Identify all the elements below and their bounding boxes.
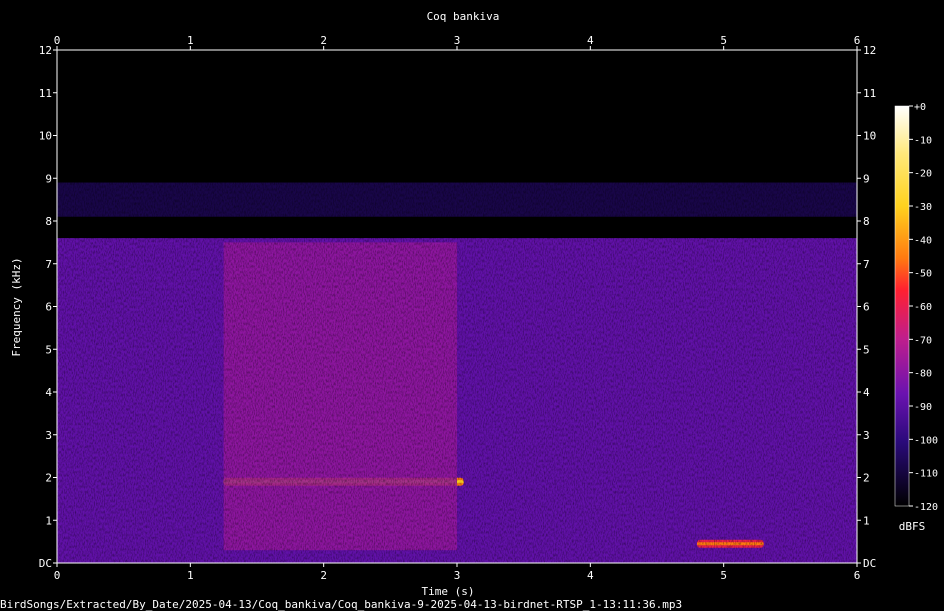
y-tick-label-left: 12 [39, 44, 52, 57]
noise-texture [57, 50, 857, 563]
colorbar: +0 -10 -20 -30 -40 -50 -60 -70 -80 -90 -100 -110 -12… [894, 102, 938, 533]
y-tick-label-right: 8 [863, 215, 870, 228]
colorbar-tick-label: -20 [914, 169, 932, 180]
colorbar-tick-label: -70 [914, 335, 932, 346]
colorbar-tick-label: -80 [914, 369, 932, 380]
spectrogram-figure: Coq bankiva 0123456 0123456 DC1234567891… [0, 10, 938, 611]
x-tick-label-top: 3 [454, 34, 461, 47]
colorbar-label: dBFS [899, 520, 926, 533]
colorbar-tick-label: -90 [914, 402, 932, 413]
y-tick-label-left: 2 [45, 472, 52, 485]
colorbar-ticks: +0 -10 -20 -30 -40 -50 -60 -70 -80 -90 -100 -110 -12… [909, 102, 938, 513]
colorbar-tick-label: +0 [914, 102, 926, 113]
y-tick-label-right: 10 [863, 130, 876, 143]
y-tick-label-left: 7 [45, 258, 52, 271]
x-tick-label-top: 2 [320, 34, 327, 47]
colorbar-tick-label: -40 [914, 235, 932, 246]
colorbar-tick-label: -60 [914, 302, 932, 313]
y-tick-label-left: 1 [45, 514, 52, 527]
x-tick-label-bottom: 2 [320, 569, 327, 582]
x-tick-label-top: 1 [187, 34, 194, 47]
y-tick-label-right: 2 [863, 472, 870, 485]
y-tick-label-right: 9 [863, 172, 870, 185]
y-tick-label-left: 5 [45, 343, 52, 356]
plot-area [57, 50, 857, 563]
file-path-caption: BirdSongs/Extracted/By_Date/2025-04-13/C… [0, 598, 682, 611]
y-axis-left: DC123456789101112 [39, 44, 57, 570]
x-tick-label-top: 5 [720, 34, 727, 47]
y-tick-label-right: 7 [863, 258, 870, 271]
y-tick-label-left: 4 [45, 386, 52, 399]
y-tick-label-left: 8 [45, 215, 52, 228]
colorbar-tick-label: -50 [914, 269, 932, 280]
y-tick-label-left: 11 [39, 87, 52, 100]
x-axis-top: 0 1 2 3 4 5 6 [54, 34, 861, 50]
x-tick-label-bottom: 0 [54, 569, 61, 582]
x-axis-bottom: 0 1 2 3 4 5 6 [54, 563, 861, 582]
y-axis-label: Frequency (kHz) [10, 257, 23, 356]
x-tick-label-bottom: 1 [187, 569, 194, 582]
x-tick-label-bottom: 6 [854, 569, 861, 582]
x-tick-label-bottom: 5 [720, 569, 727, 582]
y-tick-label-right: 12 [863, 44, 876, 57]
x-tick-label-bottom: 4 [587, 569, 594, 582]
y-tick-label-right: 3 [863, 429, 870, 442]
colorbar-tick-label: -120 [914, 502, 938, 513]
y-tick-label-left: DC [39, 557, 52, 570]
x-tick-label-top: 6 [854, 34, 861, 47]
x-axis-label: Time (s) [422, 585, 475, 598]
y-axis-right: DC123456789101112 [857, 44, 876, 570]
y-tick-label-left: 3 [45, 429, 52, 442]
colorbar-tick-label: -100 [914, 435, 938, 446]
y-tick-label-right: DC [863, 557, 876, 570]
y-tick-label-right: 1 [863, 514, 870, 527]
x-tick-label-top: 4 [587, 34, 594, 47]
y-tick-label-right: 11 [863, 87, 876, 100]
y-tick-label-left: 10 [39, 130, 52, 143]
colorbar-gradient [894, 105, 910, 507]
colorbar-tick-label: -10 [914, 135, 932, 146]
y-tick-label-right: 6 [863, 301, 870, 314]
y-tick-label-left: 9 [45, 172, 52, 185]
y-tick-label-right: 4 [863, 386, 870, 399]
y-tick-label-left: 6 [45, 301, 52, 314]
colorbar-tick-label: -110 [914, 469, 938, 480]
x-tick-label-bottom: 3 [454, 569, 461, 582]
x-tick-label-top: 0 [54, 34, 61, 47]
colorbar-tick-label: -30 [914, 202, 932, 213]
y-tick-label-right: 5 [863, 343, 870, 356]
chart-title: Coq bankiva [427, 10, 500, 23]
